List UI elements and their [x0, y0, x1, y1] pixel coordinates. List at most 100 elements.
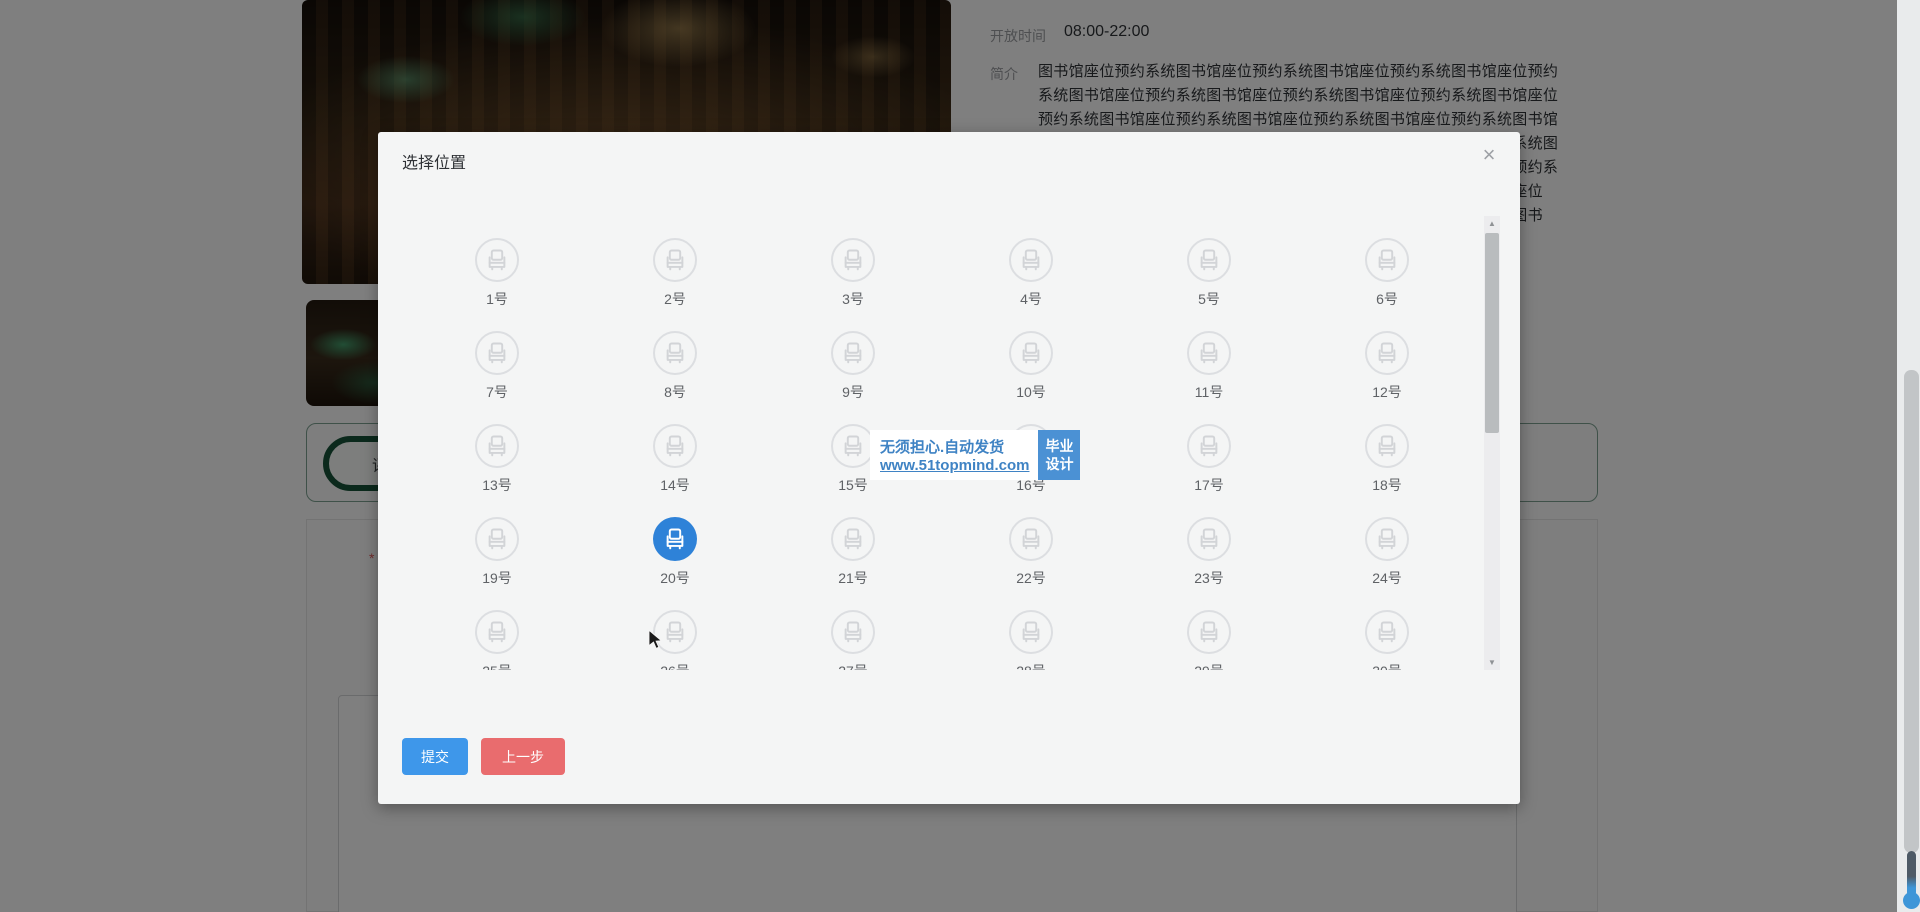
- watermark-badge: 毕业 设计: [1038, 430, 1080, 480]
- seat-icon: [1365, 238, 1409, 282]
- page-scrollbar[interactable]: [1897, 0, 1920, 912]
- page-scrollbar-thumb[interactable]: [1904, 370, 1919, 853]
- seat-icon: [1009, 331, 1053, 375]
- dialog-scrollbar[interactable]: ▲ ▼: [1484, 216, 1500, 670]
- seat-label: 8号: [664, 382, 686, 402]
- seat-icon: [831, 238, 875, 282]
- seat-icon: [831, 517, 875, 561]
- seat-label: 21号: [838, 568, 868, 588]
- seat-label: 15号: [838, 475, 868, 495]
- seat-item[interactable]: 4号: [942, 216, 1120, 309]
- seat-item[interactable]: 1号: [408, 216, 586, 309]
- seat-item[interactable]: 6号: [1298, 216, 1476, 309]
- seat-label: 5号: [1198, 289, 1220, 309]
- seat-label: 18号: [1372, 475, 1402, 495]
- scroll-thermometer-icon: [1902, 851, 1920, 909]
- seat-label: 26号: [660, 661, 690, 670]
- seat-icon: [653, 331, 697, 375]
- seat-label: 25号: [482, 661, 512, 670]
- seat-icon: [831, 331, 875, 375]
- seat-icon: [475, 331, 519, 375]
- seat-icon: [1187, 610, 1231, 654]
- seat-icon: [1009, 517, 1053, 561]
- seat-item[interactable]: 22号: [942, 495, 1120, 588]
- seat-label: 7号: [486, 382, 508, 402]
- seat-item[interactable]: 27号: [764, 588, 942, 670]
- seat-icon: [653, 424, 697, 468]
- seat-icon: [1187, 238, 1231, 282]
- submit-button[interactable]: 提交: [402, 738, 468, 775]
- seat-icon: [1187, 517, 1231, 561]
- scroll-down-icon[interactable]: ▼: [1484, 655, 1500, 670]
- seat-icon: [475, 238, 519, 282]
- seat-label: 12号: [1372, 382, 1402, 402]
- seat-icon: [1009, 610, 1053, 654]
- seat-icon: [1365, 424, 1409, 468]
- dialog-scrollbar-thumb[interactable]: [1485, 233, 1499, 433]
- seat-label: 29号: [1194, 661, 1224, 670]
- seat-label: 10号: [1016, 382, 1046, 402]
- seat-item[interactable]: 7号: [408, 309, 586, 402]
- seat-item[interactable]: 26号: [586, 588, 764, 670]
- seat-icon: [1009, 238, 1053, 282]
- seat-label: 2号: [664, 289, 686, 309]
- seat-icon: [475, 517, 519, 561]
- seat-label: 9号: [842, 382, 864, 402]
- seat-label: 4号: [1020, 289, 1042, 309]
- seat-item[interactable]: 3号: [764, 216, 942, 309]
- seat-label: 28号: [1016, 661, 1046, 670]
- seat-item[interactable]: 14号: [586, 402, 764, 495]
- seat-label: 23号: [1194, 568, 1224, 588]
- dialog-title: 选择位置: [402, 149, 466, 173]
- seat-item[interactable]: 17号: [1120, 402, 1298, 495]
- mouse-cursor-icon: [647, 630, 665, 655]
- seat-item[interactable]: 9号: [764, 309, 942, 402]
- seat-icon: [831, 610, 875, 654]
- seat-icon: [653, 517, 697, 561]
- seat-label: 1号: [486, 289, 508, 309]
- seat-label: 30号: [1372, 661, 1402, 670]
- seat-item[interactable]: 29号: [1120, 588, 1298, 670]
- close-icon[interactable]: ×: [1474, 140, 1504, 170]
- seat-item[interactable]: 25号: [408, 588, 586, 670]
- seat-item[interactable]: 10号: [942, 309, 1120, 402]
- seat-icon: [1187, 424, 1231, 468]
- seat-item[interactable]: 2号: [586, 216, 764, 309]
- seat-label: 14号: [660, 475, 690, 495]
- seat-label: 11号: [1195, 382, 1224, 402]
- seat-icon: [653, 238, 697, 282]
- seat-icon: [475, 610, 519, 654]
- seat-item[interactable]: 28号: [942, 588, 1120, 670]
- seat-item[interactable]: 21号: [764, 495, 942, 588]
- seat-item[interactable]: 18号: [1298, 402, 1476, 495]
- seat-item[interactable]: 24号: [1298, 495, 1476, 588]
- seat-icon: [831, 424, 875, 468]
- seat-label: 27号: [838, 661, 868, 670]
- seat-label: 13号: [482, 475, 512, 495]
- seat-icon: [1187, 331, 1231, 375]
- seat-item[interactable]: 8号: [586, 309, 764, 402]
- seat-label: 24号: [1372, 568, 1402, 588]
- seat-label: 6号: [1376, 289, 1398, 309]
- seat-item[interactable]: 23号: [1120, 495, 1298, 588]
- previous-step-button[interactable]: 上一步: [481, 738, 565, 775]
- seat-label: 17号: [1194, 475, 1224, 495]
- seat-item[interactable]: 20号: [586, 495, 764, 588]
- seat-icon: [1365, 610, 1409, 654]
- scroll-up-icon[interactable]: ▲: [1484, 216, 1500, 231]
- seat-icon: [1365, 331, 1409, 375]
- seat-item[interactable]: 13号: [408, 402, 586, 495]
- seat-item[interactable]: 12号: [1298, 309, 1476, 402]
- seat-item[interactable]: 5号: [1120, 216, 1298, 309]
- seat-icon: [475, 424, 519, 468]
- seat-item[interactable]: 30号: [1298, 588, 1476, 670]
- seat-label: 22号: [1016, 568, 1046, 588]
- seat-label: 20号: [660, 568, 690, 588]
- seat-icon: [1365, 517, 1409, 561]
- seat-item[interactable]: 19号: [408, 495, 586, 588]
- seat-label: 19号: [482, 568, 512, 588]
- seat-label: 3号: [842, 289, 864, 309]
- watermark-url: www.51topmind.com: [880, 457, 1029, 474]
- seat-item[interactable]: 11号: [1120, 309, 1298, 402]
- vendor-watermark: 无须担心.自动发货 www.51topmind.com 毕业 设计: [870, 430, 1080, 480]
